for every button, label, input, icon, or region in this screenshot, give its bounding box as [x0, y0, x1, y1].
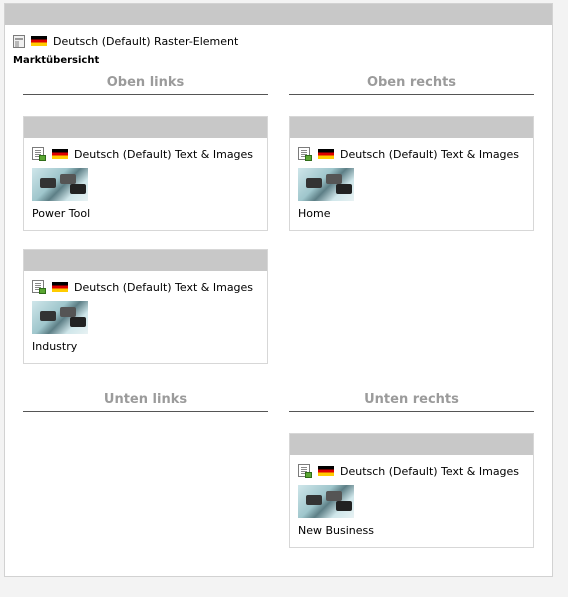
card-header-bar[interactable]	[24, 117, 267, 138]
grid-element-container: Deutsch (Default) Raster-Element Marktüb…	[4, 3, 553, 577]
german-flag-icon	[318, 149, 334, 159]
card-type-row: Deutsch (Default) Text & Images	[32, 146, 267, 162]
card-type-row: Deutsch (Default) Text & Images	[298, 146, 533, 162]
content-card-industry[interactable]: Deutsch (Default) Text & Images Industry	[23, 249, 268, 364]
thumbnail-image[interactable]	[298, 168, 354, 201]
german-flag-icon	[52, 282, 68, 292]
grid-element-label: Deutsch (Default) Raster-Element	[53, 34, 239, 48]
grid-element-icon[interactable]	[13, 34, 25, 48]
text-images-icon[interactable]	[298, 147, 312, 161]
card-header-bar[interactable]	[24, 250, 267, 271]
grid-element-header	[5, 4, 552, 25]
thumbnail-image[interactable]	[32, 168, 88, 201]
text-images-icon[interactable]	[32, 280, 46, 294]
card-type-row: Deutsch (Default) Text & Images	[298, 463, 533, 479]
content-card-power-tool[interactable]: Deutsch (Default) Text & Images Power To…	[23, 116, 268, 231]
card-caption: Industry	[32, 340, 78, 353]
content-card-new-business[interactable]: Deutsch (Default) Text & Images New Busi…	[289, 433, 534, 548]
card-type-label: Deutsch (Default) Text & Images	[340, 147, 520, 161]
card-caption: Home	[298, 207, 331, 220]
german-flag-icon	[52, 149, 68, 159]
card-caption: Power Tool	[32, 207, 91, 220]
card-type-label: Deutsch (Default) Text & Images	[74, 280, 254, 294]
german-flag-icon	[318, 466, 334, 476]
column-header-unten-links: Unten links	[23, 392, 268, 412]
card-type-row: Deutsch (Default) Text & Images	[32, 279, 267, 295]
column-header-unten-rechts: Unten rechts	[289, 392, 534, 412]
grid-element-header-row: Deutsch (Default) Raster-Element	[13, 33, 238, 49]
card-type-label: Deutsch (Default) Text & Images	[340, 464, 520, 478]
thumbnail-image[interactable]	[32, 301, 88, 334]
card-header-bar[interactable]	[290, 434, 533, 455]
card-type-label: Deutsch (Default) Text & Images	[74, 147, 254, 161]
grid-title: Marktübersicht	[13, 55, 100, 66]
thumbnail-image[interactable]	[298, 485, 354, 518]
german-flag-icon	[31, 36, 47, 46]
text-images-icon[interactable]	[32, 147, 46, 161]
column-header-oben-links: Oben links	[23, 75, 268, 95]
column-header-oben-rechts: Oben rechts	[289, 75, 534, 95]
content-card-home[interactable]: Deutsch (Default) Text & Images Home	[289, 116, 534, 231]
text-images-icon[interactable]	[298, 464, 312, 478]
card-header-bar[interactable]	[290, 117, 533, 138]
card-caption: New Business	[298, 524, 374, 537]
